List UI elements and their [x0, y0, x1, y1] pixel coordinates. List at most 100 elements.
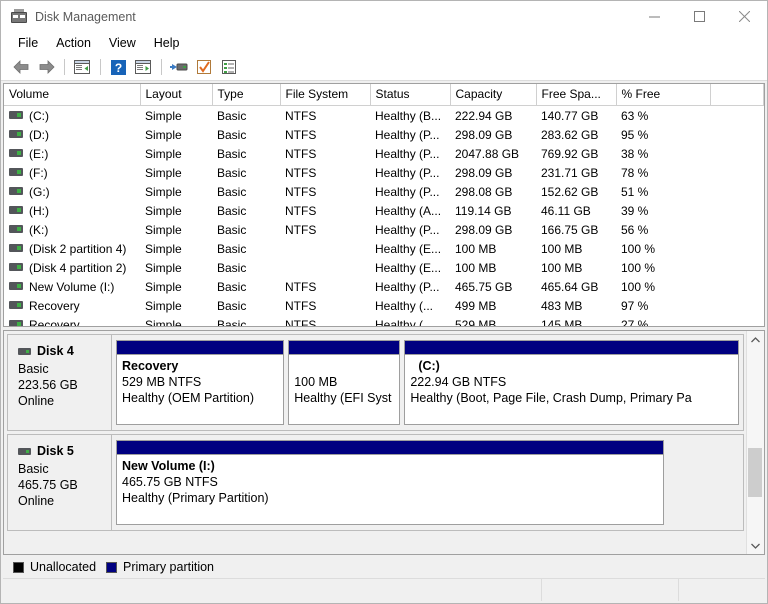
table-row[interactable]: (D:) Simple Basic NTFS Healthy (P... 298.09 G…	[4, 125, 764, 144]
volume-icon	[9, 149, 23, 158]
volume-icon	[9, 187, 23, 196]
disk-icon	[18, 347, 31, 355]
cell-type: Basic	[217, 108, 247, 123]
list-view-icon[interactable]	[217, 56, 241, 78]
column-header-file-system[interactable]: File System	[280, 84, 371, 106]
forward-icon[interactable]	[34, 56, 58, 78]
column-header-free-space[interactable]: Free Spa...	[536, 84, 617, 106]
volume-name: New Volume (I:)	[29, 279, 115, 294]
partition-size-fs: 465.75 GB NTFS	[122, 475, 218, 489]
menu-item-view[interactable]: View	[100, 34, 145, 52]
cell-type: Basic	[217, 241, 247, 256]
rescan-disks-icon[interactable]	[167, 56, 191, 78]
table-row[interactable]: (Disk 2 partition 4) Simple Basic Healthy (…	[4, 239, 764, 258]
scroll-down-icon[interactable]	[747, 537, 764, 554]
column-header-percent-free[interactable]: % Free	[616, 84, 711, 106]
partition-details: New Volume (I:) 465.75 GB NTFS Healthy (…	[117, 455, 663, 506]
disk-title: Disk 5	[18, 444, 111, 458]
disk-info-panel[interactable]: Disk 4 Basic 223.56 GB Online	[8, 335, 112, 430]
column-header-empty[interactable]	[710, 84, 764, 106]
maximize-button[interactable]	[677, 1, 722, 32]
disk-name: Disk 4	[37, 344, 74, 358]
cell-status: Healthy (P...	[375, 165, 440, 180]
scrollbar-track[interactable]	[747, 348, 764, 537]
column-header-type[interactable]: Type	[212, 84, 281, 106]
cell-volume: (F:)	[4, 163, 140, 182]
partition-label: New Volume (I:)	[122, 459, 215, 473]
cell-type: Basic	[217, 298, 247, 313]
cell-volume: (D:)	[4, 125, 140, 144]
partition-details: (C:) 222.94 GB NTFS Healthy (Boot, Page …	[405, 355, 738, 406]
table-row[interactable]: (K:) Simple Basic NTFS Healthy (P... 298.09 G…	[4, 220, 764, 239]
toolbar: ?	[1, 54, 767, 81]
disk-row[interactable]: Disk 5 Basic 465.75 GB Online New Volume…	[7, 434, 744, 531]
toolbar-separator	[161, 59, 162, 75]
disk-title: Disk 4	[18, 344, 111, 358]
disk-type: Basic	[18, 462, 49, 476]
table-row[interactable]: (C:) Simple Basic NTFS Healthy (B... 222.94 G…	[4, 106, 764, 126]
cell-capacity: 119.14 GB	[455, 203, 512, 218]
disk-info-panel[interactable]: Disk 5 Basic 465.75 GB Online	[8, 435, 112, 530]
table-row[interactable]: Recovery Simple Basic NTFS Healthy (... 499 M…	[4, 296, 764, 315]
volume-name: (H:)	[29, 203, 49, 218]
volume-name: (E:)	[29, 146, 49, 161]
minimize-button[interactable]	[632, 1, 677, 32]
partition-block[interactable]: 100 MB Healthy (EFI Syst	[288, 340, 401, 425]
table-row[interactable]: (E:) Simple Basic NTFS Healthy (P... 2047.88 …	[4, 144, 764, 163]
help-icon[interactable]: ?	[106, 56, 130, 78]
cell-free-space: 769.92 GB	[541, 146, 599, 161]
back-icon[interactable]	[9, 56, 33, 78]
disk-row[interactable]: Disk 4 Basic 223.56 GB Online Recovery 5…	[7, 334, 744, 431]
table-row[interactable]: (H:) Simple Basic NTFS Healthy (A... 119.14 G…	[4, 201, 764, 220]
column-header-volume[interactable]: Volume	[4, 84, 141, 106]
cell-volume: (C:)	[4, 106, 140, 126]
cell-capacity: 298.09 GB	[455, 127, 513, 142]
show-hide-action-pane-icon[interactable]	[131, 56, 155, 78]
menu-item-action[interactable]: Action	[47, 34, 100, 52]
partition-status: Healthy (Boot, Page File, Crash Dump, Pr…	[410, 391, 692, 405]
column-header-status[interactable]: Status	[370, 84, 451, 106]
cell-percent-free: 51 %	[621, 184, 649, 199]
cell-layout: Simple	[145, 260, 182, 275]
column-header-capacity[interactable]: Capacity	[450, 84, 537, 106]
partition-status: Healthy (OEM Partition)	[122, 391, 254, 405]
scroll-up-icon[interactable]	[747, 331, 764, 348]
properties-icon[interactable]	[192, 56, 216, 78]
cell-type: Basic	[217, 260, 247, 275]
table-row[interactable]: (G:) Simple Basic NTFS Healthy (P... 298.08 G…	[4, 182, 764, 201]
legend-label: Primary partition	[123, 560, 215, 574]
partition-color-bar	[117, 441, 664, 455]
cell-percent-free: 100 %	[621, 241, 656, 256]
cell-empty	[710, 239, 764, 258]
partition-block[interactable]: New Volume (I:) 465.75 GB NTFS Healthy (…	[116, 440, 665, 525]
column-header-layout[interactable]: Layout	[140, 84, 213, 106]
table-row[interactable]: (F:) Simple Basic NTFS Healthy (P... 298.09 G…	[4, 163, 764, 182]
disk-type: Basic	[18, 362, 49, 376]
cell-empty	[710, 258, 764, 277]
volume-list-pane[interactable]: Volume Layout Type File System Status Ca…	[3, 83, 765, 327]
volume-name: (K:)	[29, 222, 49, 237]
cell-empty	[710, 220, 764, 239]
table-row[interactable]: New Volume (I:) Simple Basic NTFS Healthy (P…	[4, 277, 764, 296]
volume-name: (F:)	[29, 165, 48, 180]
partition-block[interactable]: Recovery 529 MB NTFS Healthy (OEM Partit…	[116, 340, 285, 425]
scrollbar-thumb[interactable]	[748, 448, 762, 498]
table-row[interactable]: (Disk 4 partition 2) Simple Basic Healthy (…	[4, 258, 764, 277]
partition-block[interactable]: (C:) 222.94 GB NTFS Healthy (Boot, Page …	[404, 340, 739, 425]
disk-partitions: Recovery 529 MB NTFS Healthy (OEM Partit…	[112, 335, 743, 430]
cell-file-system: NTFS	[285, 146, 317, 161]
disk-management-icon	[11, 8, 27, 25]
toolbar-separator	[64, 59, 65, 75]
show-hide-console-tree-icon[interactable]	[70, 56, 94, 78]
menu-item-help[interactable]: Help	[145, 34, 189, 52]
menu-item-file[interactable]: File	[9, 34, 47, 52]
graphical-view-scrollbar[interactable]	[746, 331, 764, 554]
cell-percent-free: 63 %	[621, 108, 649, 123]
cell-layout: Simple	[145, 165, 182, 180]
table-row[interactable]: Recovery Simple Basic NTFS Healthy (... 529 M…	[4, 315, 764, 327]
cell-free-space: 145 MB	[541, 317, 583, 327]
close-button[interactable]	[722, 1, 767, 32]
volume-icon	[9, 263, 23, 272]
cell-file-system: NTFS	[285, 184, 317, 199]
cell-volume: (Disk 2 partition 4)	[4, 239, 140, 258]
